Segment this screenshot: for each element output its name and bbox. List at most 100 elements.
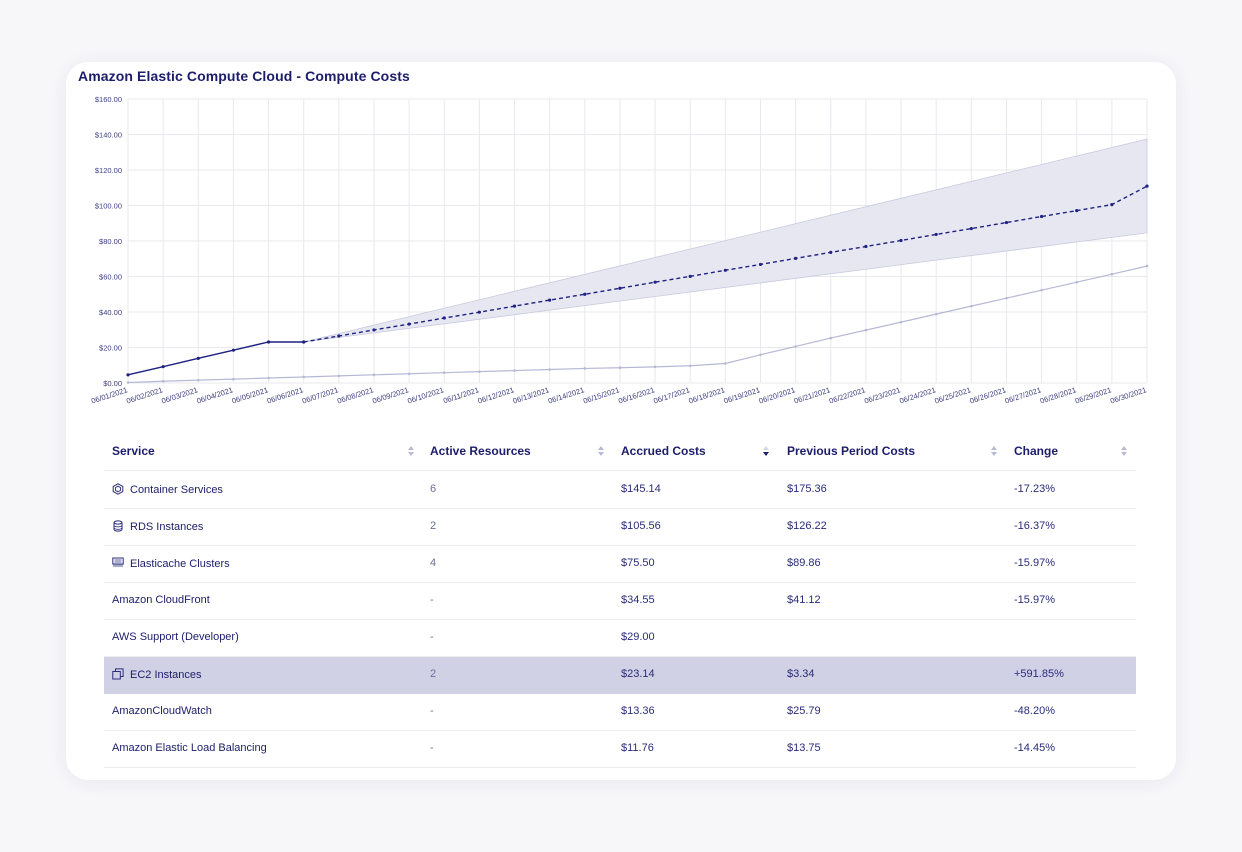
change-value: -17.23%: [1014, 483, 1055, 495]
table-row[interactable]: AmazonCloudWatch - $13.36 $25.79 -48.20%: [104, 694, 1136, 731]
series-point-dashed: [618, 286, 622, 290]
series-point-faint: [864, 328, 868, 332]
service-label: Elasticache Clusters: [130, 558, 230, 570]
series-point-dashed: [1110, 203, 1114, 207]
y-tick-label: $80.00: [99, 237, 122, 246]
series-point-dashed: [442, 316, 446, 320]
y-tick-label: $40.00: [99, 308, 122, 317]
active-resources-value: -: [430, 705, 434, 717]
series-point-dashed: [1075, 209, 1079, 213]
x-tick-label: 06/03/2021: [160, 385, 198, 405]
header-accrued-costs[interactable]: Accrued Costs: [621, 444, 706, 458]
series-point-faint: [372, 373, 376, 377]
table-row[interactable]: RDS Instances 2 $105.56 $126.22 -16.37%: [104, 509, 1136, 546]
series-point-dashed: [548, 298, 552, 302]
sort-previous-period-icon[interactable]: [991, 446, 998, 456]
header-change[interactable]: Change: [1014, 444, 1058, 458]
cache-cluster-icon: [112, 557, 130, 570]
active-resources-value: 2: [430, 668, 437, 680]
y-tick-label: $100.00: [95, 202, 122, 211]
series-point-faint: [407, 372, 411, 376]
x-tick-label: 06/15/2021: [582, 385, 620, 405]
series-point-faint: [337, 374, 341, 378]
series-point-dashed: [829, 250, 833, 254]
x-tick-label: 06/27/2021: [1004, 385, 1042, 405]
change-value: -15.97%: [1014, 557, 1055, 569]
table-row[interactable]: Amazon CloudFront - $34.55 $41.12 -15.97%: [104, 583, 1136, 620]
sort-active-resources-icon[interactable]: [598, 446, 605, 456]
series-point-dashed: [407, 322, 411, 326]
ec2-instances-icon: [112, 668, 130, 681]
series-point-faint: [688, 364, 692, 368]
change-value: +591.85%: [1014, 668, 1064, 680]
previous-period-value: $41.12: [787, 594, 821, 606]
service-name[interactable]: AmazonCloudWatch: [112, 705, 212, 717]
previous-period-value: $175.36: [787, 483, 827, 495]
y-tick-label: $60.00: [99, 273, 122, 282]
x-tick-label: 06/02/2021: [125, 385, 163, 405]
table-row[interactable]: Elasticache Clusters 4 $75.50 $89.86 -15.97%: [104, 546, 1136, 583]
service-name[interactable]: Amazon Elastic Load Balancing: [112, 742, 267, 754]
active-resources-value: 2: [430, 520, 437, 532]
sort-accrued-costs-icon[interactable]: [763, 446, 770, 456]
series-point-dashed: [372, 328, 376, 332]
series-point-dashed: [723, 268, 727, 272]
sort-service-icon[interactable]: [408, 446, 415, 456]
x-tick-label: 06/24/2021: [898, 385, 936, 405]
active-resources-value: 4: [430, 557, 437, 569]
table-row[interactable]: Container Services 6 $145.14 $175.36 -17.23%: [104, 472, 1136, 509]
series-point-faint: [899, 320, 903, 324]
x-tick-label: 06/12/2021: [477, 385, 515, 405]
x-tick-label: 06/06/2021: [266, 385, 304, 405]
series-point-faint: [126, 381, 130, 384]
database-icon: [112, 520, 130, 533]
accrued-costs-value: $29.00: [621, 631, 655, 643]
header-active-resources[interactable]: Active Resources: [430, 444, 531, 458]
active-resources-value: -: [430, 742, 434, 754]
x-tick-label: 06/09/2021: [371, 385, 409, 405]
x-tick-label: 06/29/2021: [1074, 385, 1112, 405]
x-tick-label: 06/10/2021: [406, 385, 444, 405]
series-point-dashed: [1145, 184, 1149, 188]
series-point-faint: [1110, 272, 1114, 276]
accrued-costs-value: $13.36: [621, 705, 655, 717]
services-table: Service Active Resources Accrued Costs P…: [104, 432, 1136, 768]
accrued-costs-value: $105.56: [621, 520, 661, 532]
series-point-solid: [126, 373, 130, 377]
series-point-dashed: [337, 334, 341, 338]
series-point-solid: [266, 340, 271, 344]
series-point-faint: [934, 312, 938, 316]
service-label: AmazonCloudWatch: [112, 705, 212, 717]
table-row[interactable]: EC2 Instances 2 $23.14 $3.34 +591.85%: [104, 657, 1136, 694]
service-name[interactable]: Amazon CloudFront: [112, 594, 210, 606]
series-point-faint: [478, 370, 481, 373]
series-point-faint: [970, 304, 973, 308]
series-point-faint: [302, 375, 305, 379]
service-name[interactable]: RDS Instances: [112, 520, 203, 533]
service-label: AWS Support (Developer): [112, 631, 239, 643]
header-service[interactable]: Service: [112, 444, 155, 458]
series-point-dashed: [864, 244, 868, 249]
x-tick-label: 06/18/2021: [687, 385, 725, 405]
previous-period-value: $126.22: [787, 520, 827, 532]
previous-period-value: $89.86: [787, 557, 821, 569]
service-label: Amazon CloudFront: [112, 594, 210, 606]
header-previous-period-costs[interactable]: Previous Period Costs: [787, 444, 915, 458]
series-point-faint: [759, 353, 762, 357]
service-label: Container Services: [130, 484, 223, 496]
series-point-dashed: [1004, 220, 1009, 225]
service-name[interactable]: Elasticache Clusters: [112, 557, 230, 570]
service-name[interactable]: Container Services: [112, 483, 223, 496]
service-name[interactable]: AWS Support (Developer): [112, 631, 239, 643]
service-name[interactable]: EC2 Instances: [112, 668, 202, 681]
previous-period-value: $13.75: [787, 742, 821, 754]
table-row[interactable]: Amazon Elastic Load Balancing - $11.76 $13.…: [104, 731, 1136, 768]
x-tick-label: 06/17/2021: [652, 385, 690, 405]
table-row[interactable]: AWS Support (Developer) - $29.00: [104, 620, 1136, 657]
series-point-faint: [583, 367, 587, 370]
sort-change-icon[interactable]: [1121, 446, 1128, 456]
x-tick-label: 06/26/2021: [969, 385, 1007, 405]
series-point-dashed: [477, 310, 481, 314]
series-point-faint: [794, 345, 797, 348]
service-label: Amazon Elastic Load Balancing: [112, 742, 267, 754]
